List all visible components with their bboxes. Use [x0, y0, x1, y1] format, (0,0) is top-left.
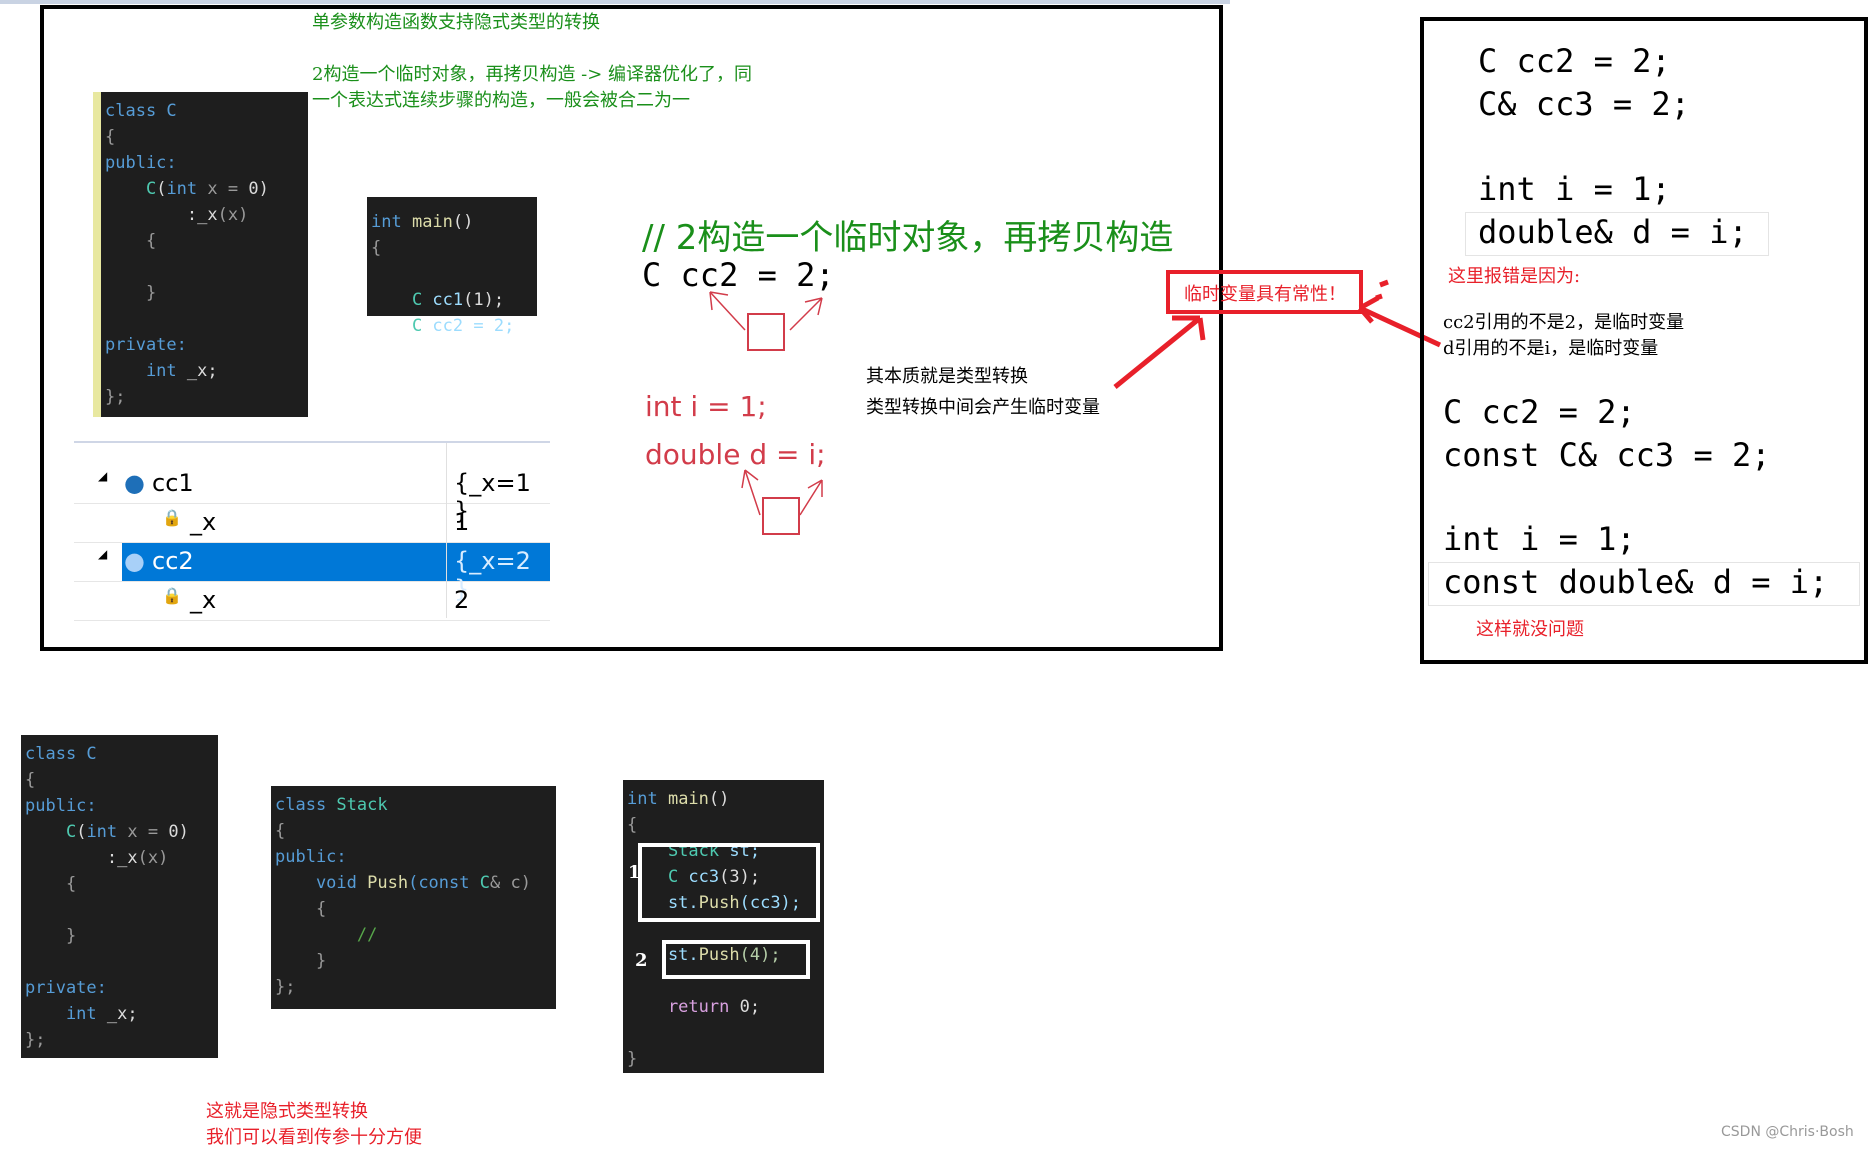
code-line: };: [25, 1027, 214, 1053]
reason-heading: 这里报错是因为:: [1448, 266, 1581, 287]
code-token: void: [275, 873, 368, 893]
code-token: 0): [168, 822, 189, 842]
code-token: C: [479, 873, 490, 893]
code-token: & c): [489, 873, 531, 893]
code-line: const double& d = i;: [1443, 563, 1829, 601]
code-line: };: [275, 974, 552, 1000]
code-token: Push: [367, 873, 409, 893]
code-line: int i = 1;: [1443, 520, 1636, 558]
code-token: {: [25, 770, 36, 790]
arrow: [741, 469, 761, 516]
code-token: Stack: [336, 795, 388, 815]
code-line: C cc2 = 2;: [1478, 42, 1671, 80]
code-line: {: [627, 812, 820, 838]
code-token: };: [275, 977, 296, 997]
code-token: }: [627, 1049, 638, 1069]
code-line: //: [275, 922, 552, 948]
code-token: _x;: [96, 1004, 138, 1024]
code-line: int main(): [627, 786, 820, 812]
code-token: (x): [137, 848, 169, 868]
code-token: (const: [408, 873, 480, 893]
code-line-error: double& d = i;: [1478, 213, 1748, 251]
code-line: {: [25, 767, 214, 793]
code-token: class: [275, 795, 337, 815]
code-token: int: [627, 789, 668, 809]
arrow: [709, 291, 746, 331]
code-token: return: [627, 997, 740, 1017]
highlight-box-2: [662, 940, 810, 979]
code-token: }: [275, 951, 327, 971]
code-class-c-bottom: class C{public: C(int x = 0) :_x(x) { } p…: [21, 735, 218, 1058]
code-line: private:: [25, 975, 214, 1001]
reason-1: cc2引用的不是2，是临时变量: [1443, 312, 1685, 333]
code-line: int _x;: [25, 1001, 214, 1027]
code-token: private:: [25, 978, 107, 998]
code-line: public:: [25, 793, 214, 819]
box-label-2: 2: [635, 950, 648, 971]
code-line: const C& cc3 = 2;: [1443, 436, 1771, 474]
bottom-note-2: 我们可以看到传参十分方便: [206, 1127, 422, 1148]
arrow: [789, 297, 823, 331]
code-token: public:: [275, 847, 347, 867]
code-line: :_x(x): [25, 845, 214, 871]
code-main: int main(){ Stack st; C cc3(3); st.Push(…: [623, 780, 824, 1073]
code-line: class C: [25, 741, 214, 767]
code-class-stack: class Stack { public: void Push(const C& c…: [271, 786, 556, 1009]
code-token: int: [86, 822, 118, 842]
code-token: {: [627, 815, 638, 835]
code-token: {: [275, 899, 327, 919]
code-token: (: [76, 822, 87, 842]
code-line: }: [627, 1046, 820, 1072]
ok-note: 这样就没问题: [1476, 619, 1584, 640]
arrow: [799, 479, 823, 516]
watermark: CSDN @Chris·Bosh: [1721, 1124, 1854, 1140]
code-token: };: [25, 1030, 46, 1050]
code-token: {: [25, 874, 77, 894]
code-token: C: [25, 822, 77, 842]
code-token: :_x: [25, 848, 138, 868]
code-token: class C: [25, 744, 97, 764]
code-line: C(int x = 0): [25, 819, 214, 845]
code-token: 0;: [739, 997, 761, 1017]
code-line: void Push(const C& c): [275, 870, 552, 896]
code-token: x =: [117, 822, 169, 842]
code-line: C& cc3 = 2;: [1478, 85, 1690, 123]
reason-2: d引用的不是i，是临时变量: [1443, 338, 1659, 359]
code-token: main: [667, 789, 709, 809]
highlight-box-1: [638, 843, 820, 922]
code-line: {: [25, 871, 214, 897]
code-token: int: [25, 1004, 97, 1024]
box-label-1: 1: [628, 862, 641, 883]
code-line: public:: [275, 844, 552, 870]
code-token: //: [275, 925, 378, 945]
code-line: C cc2 = 2;: [1443, 393, 1636, 431]
bottom-note-1: 这就是隐式类型转换: [206, 1101, 368, 1122]
code-token: {: [275, 821, 286, 841]
code-token: (): [708, 789, 730, 809]
code-line: {: [275, 896, 552, 922]
code-line: class Stack: [275, 792, 552, 818]
code-line: int i = 1;: [1478, 170, 1671, 208]
code-line: }: [25, 923, 214, 949]
code-line: {: [275, 818, 552, 844]
arrow: [1113, 315, 1206, 389]
code-line: }: [275, 948, 552, 974]
code-token: public:: [25, 796, 97, 816]
code-token: }: [25, 926, 77, 946]
code-line: return 0;: [627, 994, 820, 1020]
